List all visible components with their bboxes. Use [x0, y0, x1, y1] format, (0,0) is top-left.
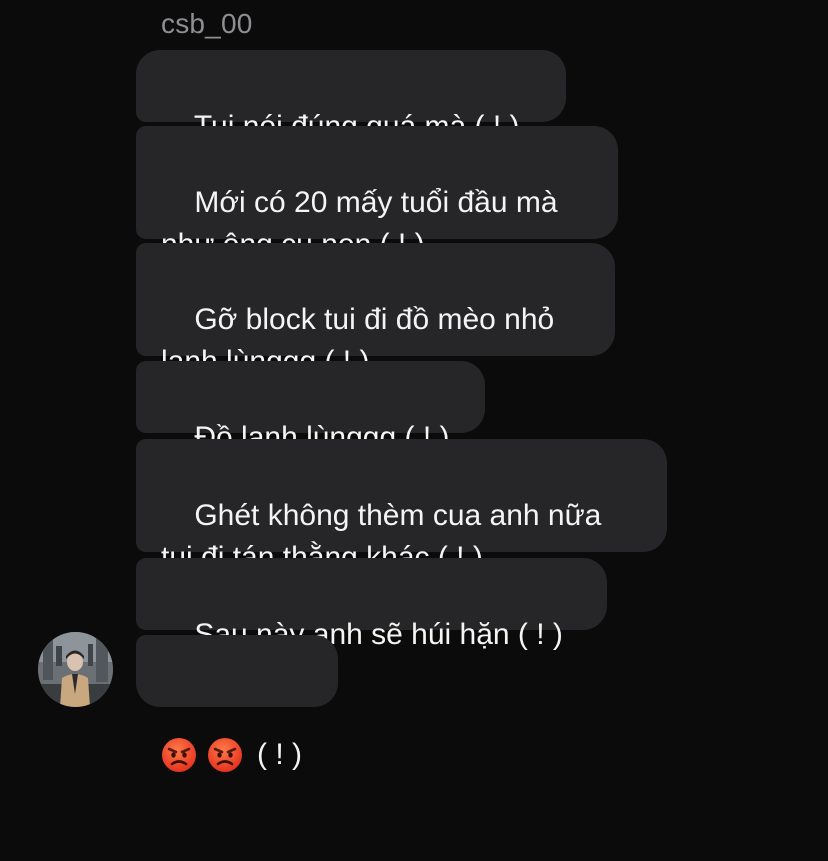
sender-name[interactable]: csb_00 [161, 7, 253, 41]
message-bubble[interactable]: ( ! ) [136, 635, 338, 772]
angry-face-icon [208, 738, 242, 772]
message-bubble[interactable]: Đồ lạnh lùnggg ( ! ) [136, 361, 485, 454]
message-bubble[interactable]: Gỡ block tui đi đồ mèo nhỏ lạnh lùnggg (… [136, 243, 615, 378]
message-bubble[interactable]: Tui nói đúng quá mà ( ! ) [136, 50, 566, 143]
message-bubble[interactable]: Ghét không thèm cua anh nữa tui đi tán t… [136, 439, 667, 574]
angry-face-icon [162, 738, 196, 772]
emoji-message: ( ! ) [161, 733, 313, 777]
message-text: ( ! ) [257, 738, 302, 771]
message-bubble[interactable]: Sau này anh sẽ húi hặn ( ! ) [136, 558, 607, 651]
avatar-photo-icon [38, 632, 113, 707]
avatar[interactable] [38, 632, 113, 707]
message-bubble[interactable]: Mới có 20 mấy tuổi đầu mà như ông cụ non… [136, 126, 618, 261]
